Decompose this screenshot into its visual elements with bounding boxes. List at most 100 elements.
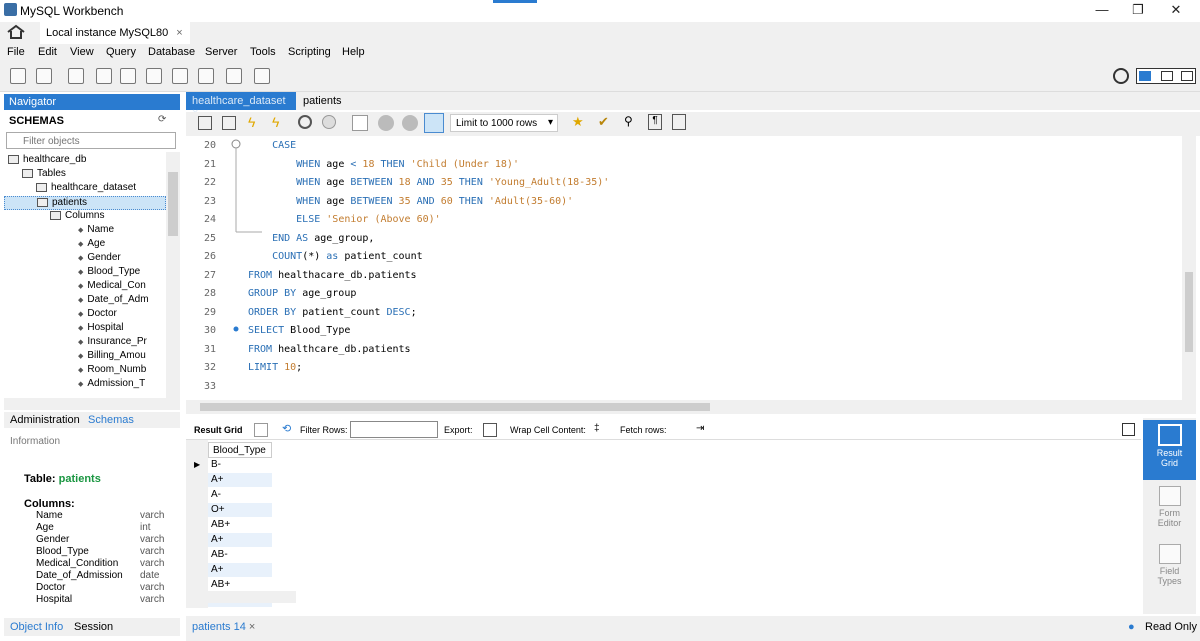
tree-item[interactable]: ◆ Age: [4, 238, 166, 252]
menu-help[interactable]: Help: [342, 46, 365, 58]
open-file-icon[interactable]: [198, 116, 212, 130]
fetch-rows-icon[interactable]: ⇥: [696, 423, 704, 434]
maximize-button[interactable]: ❐: [1118, 2, 1158, 22]
create-procedure-icon[interactable]: [172, 68, 188, 84]
new-sql-tab-icon[interactable]: [10, 68, 26, 84]
create-table-icon[interactable]: [120, 68, 136, 84]
tab-administration[interactable]: Administration: [10, 414, 80, 426]
minimize-button[interactable]: —: [1082, 2, 1122, 22]
commit-icon[interactable]: [378, 115, 394, 131]
grid-hscroll[interactable]: [186, 591, 296, 603]
editor-hscroll[interactable]: [186, 400, 1196, 414]
code-line: ELSE 'Senior (Above 60)': [248, 214, 441, 225]
result-tab[interactable]: patients 14 ×: [192, 621, 255, 633]
tree-item[interactable]: ◆ Name: [4, 224, 166, 238]
tree-vscroll[interactable]: [166, 152, 180, 398]
execute-current-icon[interactable]: ϟ: [272, 114, 279, 130]
field-types-button[interactable]: Field Types: [1143, 544, 1196, 594]
tree-item[interactable]: ◆ Gender: [4, 252, 166, 266]
tree-item[interactable]: ◆ Medical_Con: [4, 280, 166, 294]
close-tab-icon[interactable]: ×: [176, 27, 182, 39]
create-schema-icon[interactable]: [96, 68, 112, 84]
result-grid-side-button[interactable]: Result Grid: [1143, 420, 1196, 480]
tree-item[interactable]: ◆ Insurance_Pr: [4, 336, 166, 350]
limit-rows-select[interactable]: Limit to 1000 rows ▾: [450, 114, 558, 132]
find-icon[interactable]: ⚲: [624, 114, 633, 128]
result-side-panel: Result Grid Form Editor Field Types: [1143, 418, 1196, 614]
execute-icon[interactable]: ϟ: [248, 114, 255, 130]
menu-tools[interactable]: Tools: [250, 46, 276, 58]
tree-item[interactable]: healthcare_db: [4, 154, 166, 168]
tree-item[interactable]: ◆ Room_Numb: [4, 364, 166, 378]
tree-item[interactable]: ◆ Blood_Type: [4, 266, 166, 280]
menu-server[interactable]: Server: [205, 46, 237, 58]
menu-scripting[interactable]: Scripting: [288, 46, 331, 58]
column-header[interactable]: Blood_Type: [208, 442, 272, 458]
menu-view[interactable]: View: [70, 46, 94, 58]
tab-patients[interactable]: patients: [303, 95, 342, 107]
menu-database[interactable]: Database: [148, 46, 195, 58]
tab-session[interactable]: Session: [74, 621, 113, 633]
filter-objects-input[interactable]: [6, 132, 176, 149]
wrap-cell-icon[interactable]: ‡: [594, 423, 600, 434]
filter-rows-input[interactable]: [350, 421, 438, 438]
beautify-icon[interactable]: ★: [572, 114, 584, 130]
sql-editor[interactable]: 20 CASE 21 WHEN age < 18 THEN 'Child (Und…: [186, 136, 1196, 400]
create-function-icon[interactable]: [198, 68, 214, 84]
open-sql-icon[interactable]: [36, 68, 52, 84]
home-icon[interactable]: [6, 24, 30, 42]
snippet-icon[interactable]: ✔: [598, 114, 609, 130]
auto-commit-icon[interactable]: [424, 113, 444, 133]
tree-item[interactable]: Tables: [4, 168, 166, 182]
table-name: patients: [58, 473, 101, 485]
toggle-panel-icon[interactable]: [1122, 423, 1135, 436]
grid-cell[interactable]: AB-: [208, 548, 272, 563]
tab-object-info[interactable]: Object Info: [10, 621, 63, 633]
menu-edit[interactable]: Edit: [38, 46, 57, 58]
close-button[interactable]: ✕: [1156, 2, 1196, 22]
tree-item[interactable]: ◆ Doctor: [4, 308, 166, 322]
tree-item[interactable]: ◆ Billing_Amou: [4, 350, 166, 364]
export-icon[interactable]: [483, 423, 497, 437]
menu-query[interactable]: Query: [106, 46, 136, 58]
save-file-icon[interactable]: [222, 116, 236, 130]
toggle-autocommit-icon[interactable]: [352, 115, 368, 131]
close-tab-icon[interactable]: ×: [249, 621, 255, 633]
rollback-icon[interactable]: [402, 115, 418, 131]
grid-cell[interactable]: O+: [208, 503, 272, 518]
grid-cell[interactable]: A+: [208, 533, 272, 548]
menu-file[interactable]: File: [7, 46, 25, 58]
grid-cell[interactable]: A+: [208, 563, 272, 578]
editor-vscroll[interactable]: [1182, 136, 1196, 400]
grid-cell[interactable]: A+: [208, 473, 272, 488]
create-view-icon[interactable]: [146, 68, 162, 84]
grid-icon[interactable]: [254, 423, 268, 437]
refresh-icon[interactable]: ⟳: [158, 114, 166, 125]
tree-item[interactable]: ◆ Hospital: [4, 322, 166, 336]
form-editor-button[interactable]: Form Editor: [1143, 486, 1196, 536]
tree-item[interactable]: Columns: [4, 210, 166, 224]
grid-cell[interactable]: A-: [208, 488, 272, 503]
code-token: LIMIT: [248, 362, 285, 373]
tree-item[interactable]: ◆ Admission_T: [4, 378, 166, 392]
grid-cell[interactable]: AB+: [208, 518, 272, 533]
tab-healthcare-dataset[interactable]: healthcare_dataset ×: [186, 92, 296, 119]
reconnect-icon[interactable]: [254, 68, 270, 84]
stop-icon[interactable]: [322, 115, 336, 129]
tab-schemas[interactable]: Schemas: [88, 414, 134, 426]
wrap-lines-icon[interactable]: [672, 114, 686, 130]
settings-icon[interactable]: [1113, 68, 1129, 84]
search-table-icon[interactable]: [226, 68, 242, 84]
inspector-icon[interactable]: [68, 68, 84, 84]
grid-cell[interactable]: B-: [208, 458, 272, 473]
tree-item[interactable]: healthcare_dataset: [4, 182, 166, 196]
refresh-icon[interactable]: ⟲: [282, 422, 291, 435]
explain-icon[interactable]: [298, 115, 312, 129]
tree-item[interactable]: patients: [4, 196, 166, 210]
tree-hscroll[interactable]: [4, 398, 180, 410]
layout-toggle-icon[interactable]: [1136, 68, 1196, 84]
code-token: THEN: [458, 177, 489, 188]
connection-tab[interactable]: Local instance MySQL80 ×: [40, 22, 190, 44]
tree-item[interactable]: ◆ Date_of_Adm: [4, 294, 166, 308]
invisible-chars-icon[interactable]: ¶: [648, 114, 662, 130]
